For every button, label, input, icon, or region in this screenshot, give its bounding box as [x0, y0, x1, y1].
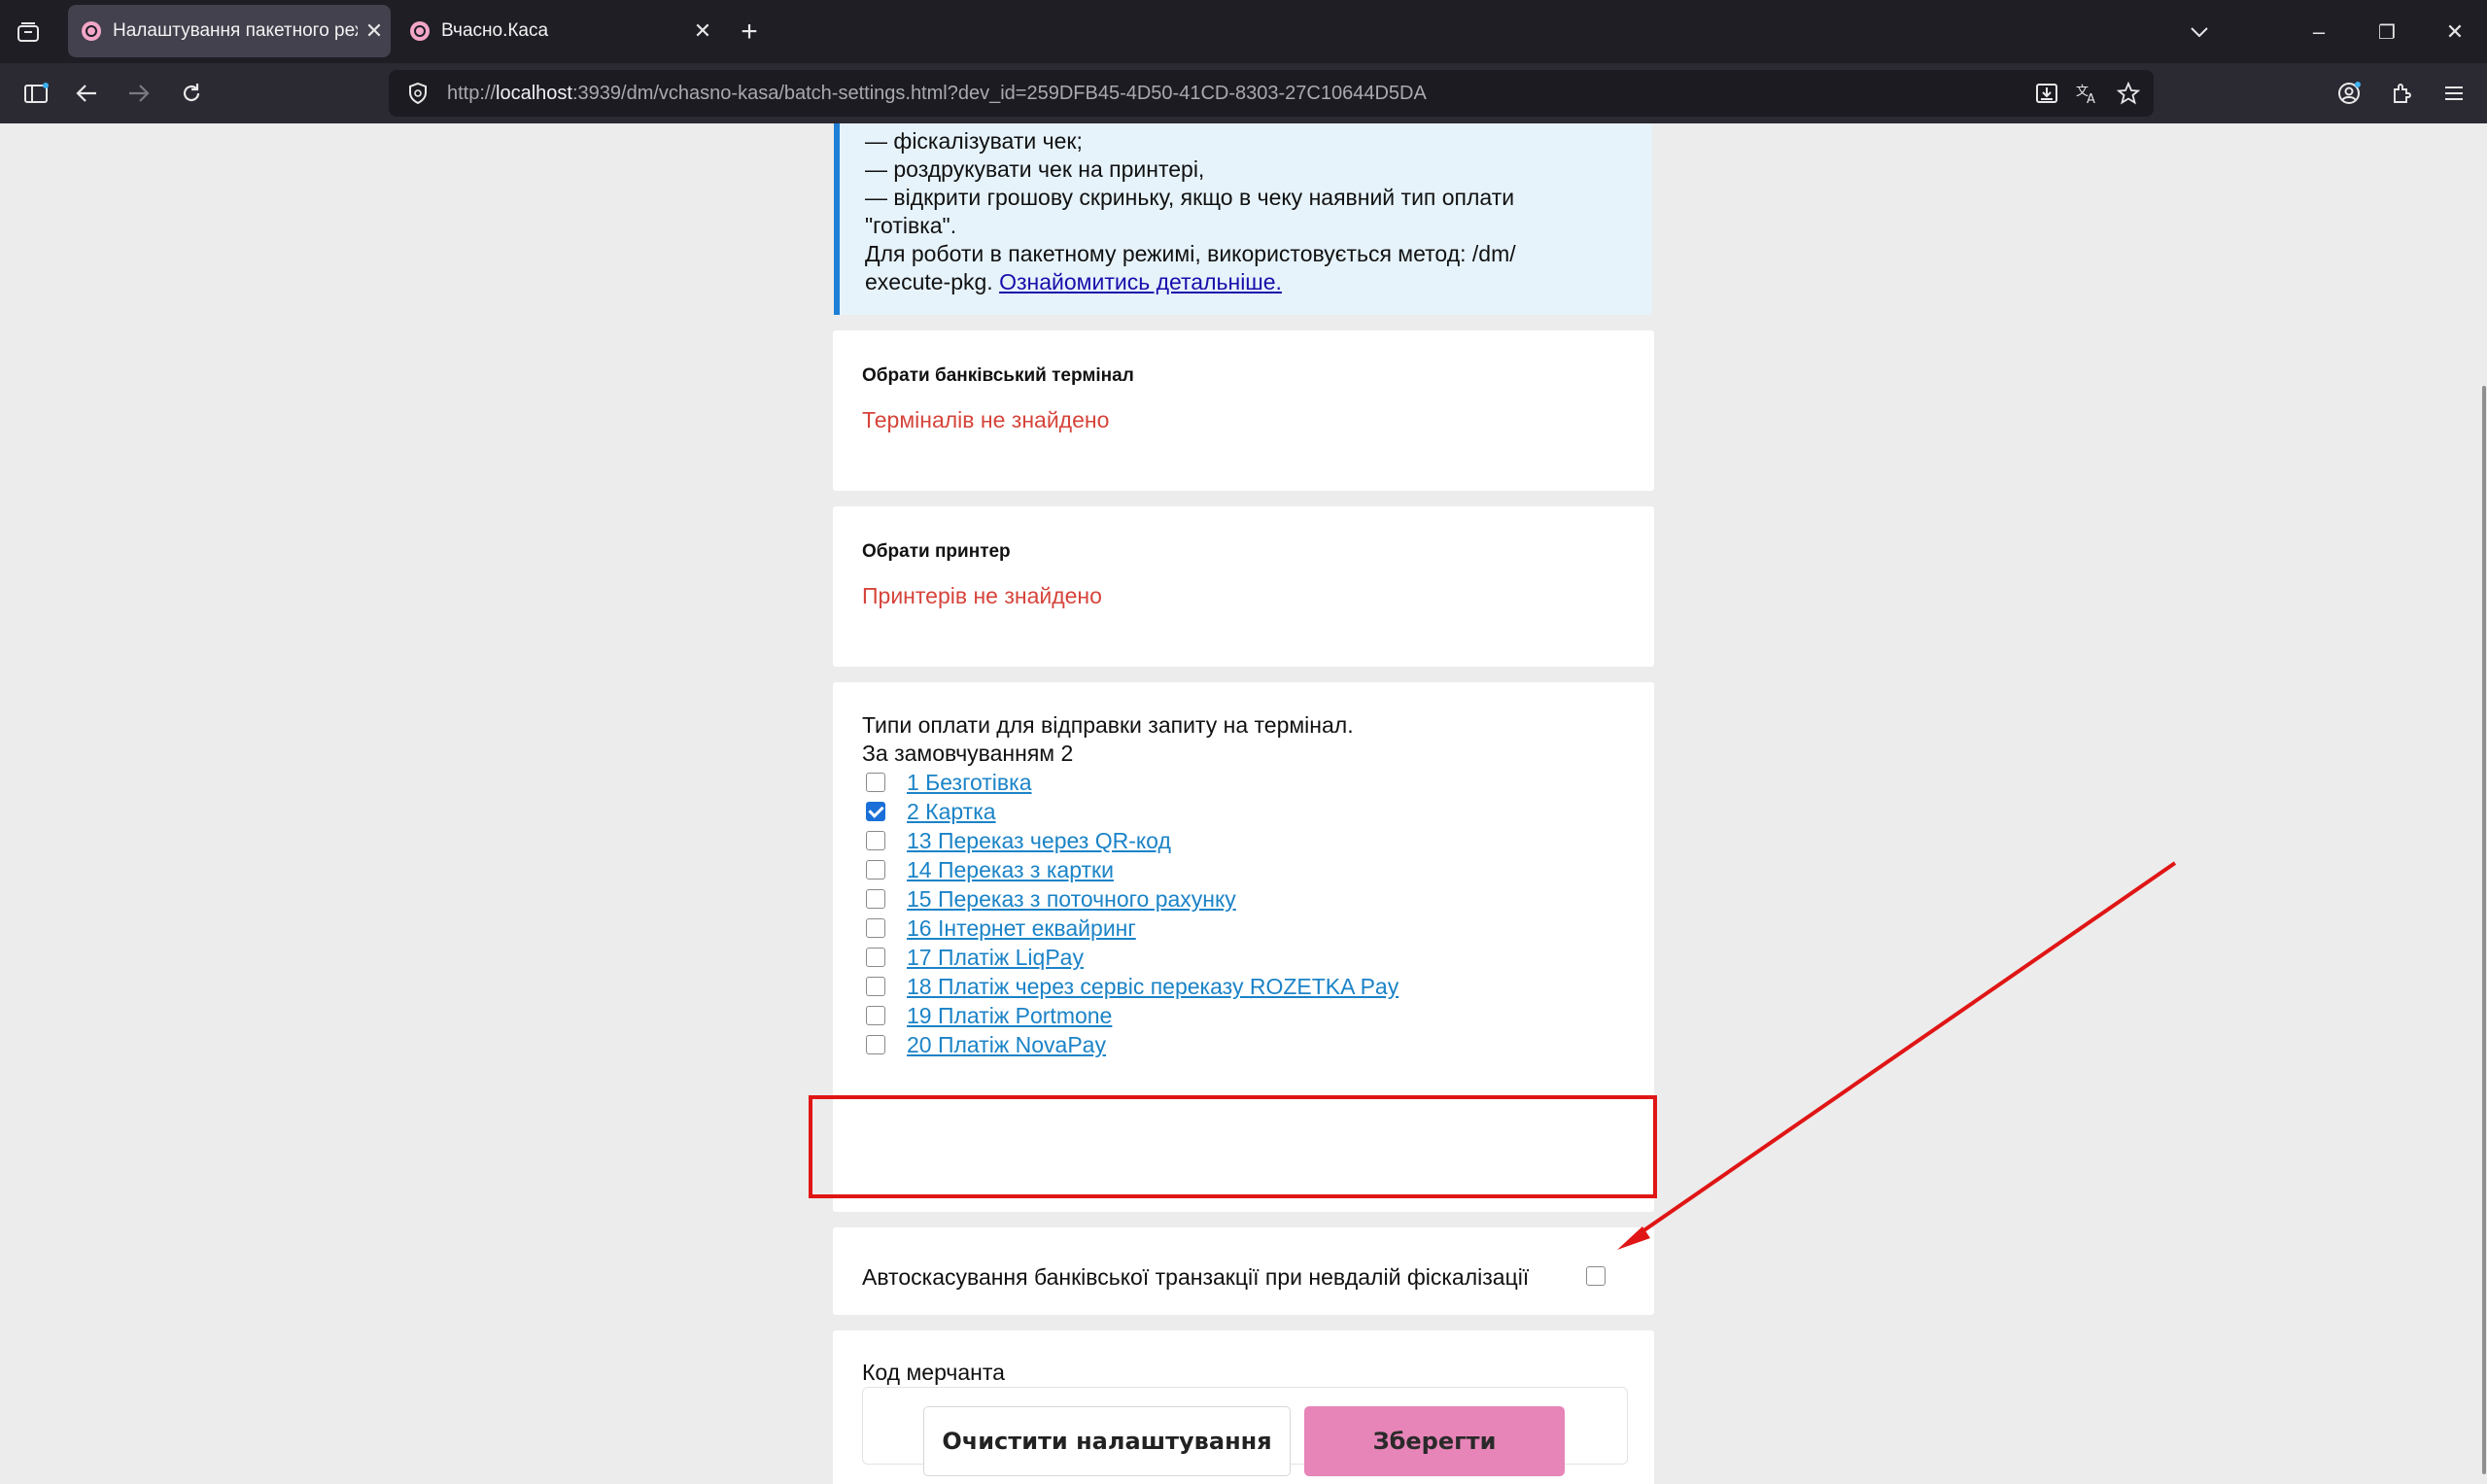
terminal-card: Обрати банківський термінал Терміналів н… [833, 330, 1654, 491]
tab-vchasno-kasa[interactable]: Вчасно.Каса ✕ [397, 5, 719, 57]
payment-checkbox[interactable] [866, 831, 885, 850]
info-line-last: execute-pkg. Ознайомитись детальніше. [865, 269, 1282, 294]
payment-type-link[interactable]: 19 Платіж Portmone [907, 1003, 1112, 1029]
info-line: Для роботи в пакетному режимі, використо… [865, 241, 1516, 266]
terminal-empty-message: Терміналів не знайдено [862, 407, 1110, 432]
auto-cancel-card: Автоскасування банківської транзакції пр… [833, 1227, 1654, 1315]
printer-card: Обрати принтер Принтерів не знайдено [833, 506, 1654, 667]
close-icon[interactable]: ✕ [358, 18, 391, 44]
info-callout: — фіскалізувати чек; — роздрукувати чек … [834, 123, 1652, 315]
list-item: 18 Платіж через сервіс переказу ROZETKA … [862, 972, 1399, 1001]
details-link[interactable]: Ознайомитись детальніше. [999, 269, 1282, 294]
payment-checkbox[interactable] [866, 889, 885, 909]
list-item: 13 Переказ через QR-код [862, 826, 1399, 855]
printer-title: Обрати принтер [862, 541, 1011, 562]
list-item: 15 Переказ з поточного рахунку [862, 884, 1399, 914]
payment-type-link[interactable]: 14 Переказ з картки [907, 857, 1114, 883]
list-item: 14 Переказ з картки [862, 855, 1399, 884]
payment-type-link[interactable]: 13 Переказ через QR-код [907, 828, 1171, 854]
page-content: — фіскалізувати чек; — роздрукувати чек … [0, 123, 2487, 1484]
browser-nav-bar: http://localhost:3939/dm/vchasno-kasa/ba… [0, 63, 2487, 123]
restore-button[interactable]: ❐ [2366, 14, 2408, 51]
vchasno-favicon-icon [82, 21, 101, 41]
new-tab-button[interactable]: + [731, 14, 768, 51]
extensions-puzzle-icon[interactable] [2381, 73, 2422, 114]
payment-type-link[interactable]: 17 Платіж LiqPay [907, 945, 1084, 971]
scrollbar[interactable] [2481, 123, 2487, 1484]
vchasno-favicon-icon [410, 21, 430, 41]
scrollbar-thumb[interactable] [2482, 386, 2486, 1474]
back-arrow-icon[interactable] [66, 73, 107, 114]
merchant-label: Код мерчанта [862, 1360, 1005, 1385]
payment-type-link[interactable]: 15 Переказ з поточного рахунку [907, 886, 1236, 913]
url-text: http://localhost:3939/dm/vchasno-kasa/ba… [447, 82, 1427, 104]
payment-checkbox[interactable] [866, 948, 885, 967]
list-item: 2 Картка [862, 797, 1399, 826]
payment-type-link[interactable]: 1 Безготівка [907, 770, 1032, 796]
payment-type-link[interactable]: 20 Платіж NovaPay [907, 1032, 1106, 1058]
info-line: "готівка". [865, 213, 957, 238]
sidebar-toggle-icon[interactable] [16, 73, 56, 114]
forward-arrow-icon[interactable] [119, 73, 159, 114]
svg-text:A: A [2087, 92, 2095, 105]
browser-tab-strip: Налаштування пакетного режи ✕ Вчасно.Кас… [0, 0, 2487, 63]
address-bar[interactable]: http://localhost:3939/dm/vchasno-kasa/ba… [389, 70, 2154, 117]
menu-hamburger-icon[interactable] [2434, 73, 2474, 114]
payment-type-link[interactable]: 16 Інтернет еквайринг [907, 915, 1136, 942]
clear-settings-button[interactable]: Очистити налаштування [923, 1406, 1291, 1476]
payment-checkbox[interactable] [866, 802, 885, 821]
tab-title: Вчасно.Каса [441, 20, 549, 41]
info-line: — роздрукувати чек на принтері, [865, 156, 1205, 182]
payment-types-default: За замовчуванням 2 [862, 741, 1074, 766]
payment-types-heading: Типи оплати для відправки запиту на терм… [862, 712, 1354, 766]
tab-title: Налаштування пакетного режи [113, 20, 358, 41]
annotation-highlight-box [809, 1095, 1657, 1198]
payment-types-list: 1 Безготівка 2 Картка 13 Переказ через Q… [862, 768, 1399, 1059]
download-icon[interactable] [2029, 76, 2064, 111]
list-item: 16 Інтернет еквайринг [862, 914, 1399, 943]
payment-checkbox[interactable] [866, 773, 885, 792]
reload-icon[interactable] [171, 73, 212, 114]
printer-empty-message: Принтерів не знайдено [862, 583, 1102, 608]
tab-manager-icon[interactable] [12, 16, 45, 49]
list-item: 19 Платіж Portmone [862, 1001, 1399, 1030]
window-close-button[interactable]: ✕ [2434, 14, 2476, 51]
terminal-title: Обрати банківський термінал [862, 365, 1134, 386]
payment-type-link[interactable]: 2 Картка [907, 799, 996, 825]
shield-icon[interactable] [402, 78, 433, 109]
list-item: 17 Платіж LiqPay [862, 943, 1399, 972]
close-icon[interactable]: ✕ [686, 18, 719, 44]
bookmark-star-icon[interactable] [2111, 76, 2146, 111]
save-button[interactable]: Зберегти [1304, 1406, 1565, 1476]
info-line: — фіскалізувати чек; [865, 128, 1083, 154]
minimize-button[interactable]: – [2297, 14, 2340, 51]
payment-checkbox[interactable] [866, 860, 885, 880]
auto-cancel-checkbox[interactable] [1586, 1266, 1606, 1286]
info-line: — відкрити грошову скриньку, якщо в чеку… [865, 185, 1515, 210]
tab-batch-settings[interactable]: Налаштування пакетного режи ✕ [68, 5, 391, 57]
auto-cancel-label: Автоскасування банківської транзакції пр… [862, 1264, 1530, 1290]
list-all-tabs-chevron-down-icon[interactable] [2181, 14, 2218, 51]
payment-checkbox[interactable] [866, 1035, 885, 1054]
payment-checkbox[interactable] [866, 977, 885, 996]
payment-type-link[interactable]: 18 Платіж через сервіс переказу ROZETKA … [907, 974, 1399, 1000]
payment-checkbox[interactable] [866, 1006, 885, 1025]
translate-icon[interactable]: 文A [2070, 76, 2105, 111]
list-item: 20 Платіж NovaPay [862, 1030, 1399, 1059]
list-item: 1 Безготівка [862, 768, 1399, 797]
account-icon[interactable] [2329, 73, 2369, 114]
payment-checkbox[interactable] [866, 918, 885, 938]
